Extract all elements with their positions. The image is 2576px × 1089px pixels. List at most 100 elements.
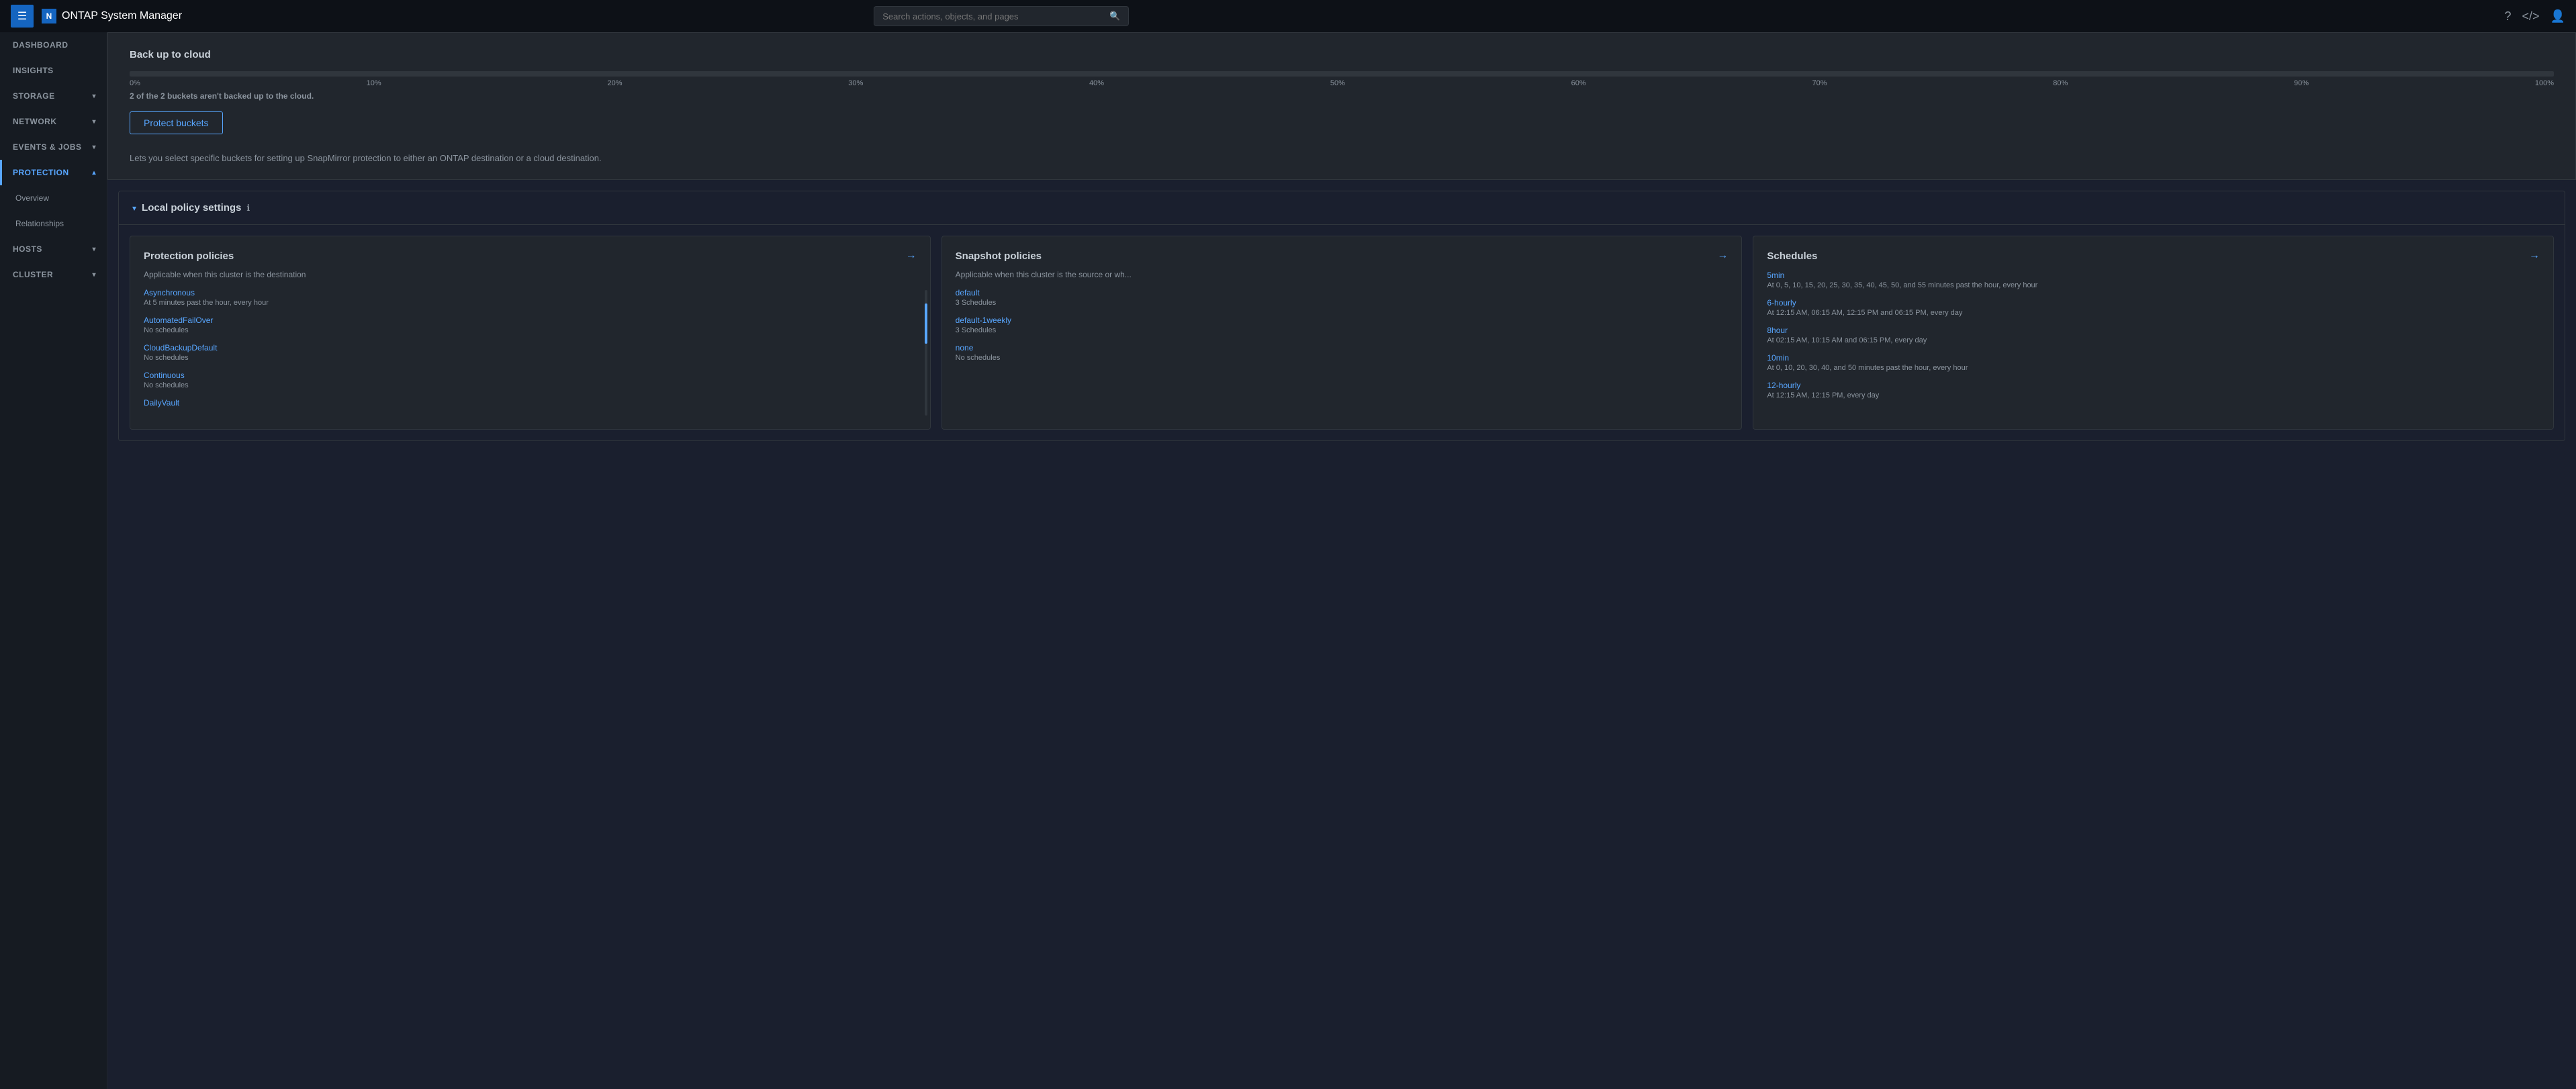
chevron-up-icon: ▴ xyxy=(92,169,96,177)
sidebar-label-protection: PROTECTION xyxy=(13,168,69,177)
policy-item-default: default 3 Schedules xyxy=(956,287,1729,307)
label-0pct: 0% xyxy=(130,79,140,87)
sidebar-label-relationships: Relationships xyxy=(15,219,64,228)
policy-link-dailyvault[interactable]: DailyVault xyxy=(144,398,179,408)
sidebar-item-cluster[interactable]: CLUSTER ▾ xyxy=(0,262,107,287)
schedule-detail-8hour: At 02:15 AM, 10:15 AM and 06:15 PM, ever… xyxy=(1767,336,2540,344)
label-90pct: 90% xyxy=(2294,79,2309,87)
schedule-link-12-hourly[interactable]: 12-hourly xyxy=(1767,381,1800,390)
label-50pct: 50% xyxy=(1330,79,1345,87)
protection-policies-header: Protection policies → xyxy=(144,250,917,262)
schedule-item-6-hourly: 6-hourly At 12:15 AM, 06:15 AM, 12:15 PM… xyxy=(1767,297,2540,317)
chevron-down-icon: ▾ xyxy=(92,118,96,126)
policy-link-continuous[interactable]: Continuous xyxy=(144,371,185,380)
policy-item-cloudbackupdefault: CloudBackupDefault No schedules xyxy=(144,342,917,362)
sidebar-label-events-jobs: EVENTS & JOBS xyxy=(13,142,82,152)
progress-labels: 0% 10% 20% 30% 40% 50% 60% 70% 80% 90% 1… xyxy=(130,79,2554,87)
policy-item-none: none No schedules xyxy=(956,342,1729,362)
policy-detail-continuous: No schedules xyxy=(144,381,917,389)
schedule-link-6-hourly[interactable]: 6-hourly xyxy=(1767,298,1796,307)
schedule-item-12-hourly: 12-hourly At 12:15 AM, 12:15 PM, every d… xyxy=(1767,380,2540,399)
policy-item-dailyvault: DailyVault xyxy=(144,397,917,408)
backup-to-cloud-section: Back up to cloud 0% 10% 20% 30% 40% 50% … xyxy=(107,32,2576,180)
policy-link-automatedfailover[interactable]: AutomatedFailOver xyxy=(144,316,213,325)
sidebar-item-storage[interactable]: STORAGE ▾ xyxy=(0,83,107,109)
policy-item-asynchronous: Asynchronous At 5 minutes past the hour,… xyxy=(144,287,917,307)
schedule-link-10min[interactable]: 10min xyxy=(1767,353,1789,363)
local-policy-header[interactable]: ▾ Local policy settings ℹ xyxy=(119,191,2565,225)
schedules-header: Schedules → xyxy=(1767,250,2540,262)
schedule-link-8hour[interactable]: 8hour xyxy=(1767,326,1788,335)
help-button[interactable]: ? xyxy=(2505,9,2512,23)
snapshot-policies-card: Snapshot policies → Applicable when this… xyxy=(941,236,1743,430)
content-area: Back up to cloud 0% 10% 20% 30% 40% 50% … xyxy=(107,32,2576,1089)
schedule-item-5min: 5min At 0, 5, 10, 15, 20, 25, 30, 35, 40… xyxy=(1767,270,2540,289)
scroll-bar[interactable] xyxy=(925,290,927,416)
sidebar-item-dashboard[interactable]: DASHBOARD xyxy=(0,32,107,58)
netapp-logo-icon: N xyxy=(42,9,56,23)
chevron-down-icon: ▾ xyxy=(92,246,96,253)
policy-item-automatedfailover: AutomatedFailOver No schedules xyxy=(144,315,917,334)
sidebar-item-events-jobs[interactable]: EVENTS & JOBS ▾ xyxy=(0,134,107,160)
policy-detail-asynchronous: At 5 minutes past the hour, every hour xyxy=(144,299,917,307)
schedule-item-8hour: 8hour At 02:15 AM, 10:15 AM and 06:15 PM… xyxy=(1767,325,2540,344)
policy-cards-container: Protection policies → Applicable when th… xyxy=(119,225,2565,440)
sidebar-item-relationships[interactable]: Relationships xyxy=(0,211,107,236)
sidebar: DASHBOARD INSIGHTS STORAGE ▾ NETWORK ▾ E… xyxy=(0,32,107,1089)
search-icon: 🔍 xyxy=(1109,11,1120,21)
policy-link-cloudbackupdefault[interactable]: CloudBackupDefault xyxy=(144,343,217,352)
protection-policies-title: Protection policies xyxy=(144,250,234,262)
sidebar-item-network[interactable]: NETWORK ▾ xyxy=(0,109,107,134)
local-policy-settings-section: ▾ Local policy settings ℹ Protection pol… xyxy=(118,191,2565,441)
sidebar-label-insights: INSIGHTS xyxy=(13,66,54,75)
schedule-link-5min[interactable]: 5min xyxy=(1767,271,1784,280)
policy-item-default-1weekly: default-1weekly 3 Schedules xyxy=(956,315,1729,334)
schedules-arrow[interactable]: → xyxy=(2529,250,2540,262)
schedule-detail-10min: At 0, 10, 20, 30, 40, and 50 minutes pas… xyxy=(1767,364,2540,372)
policy-detail-default-1weekly: 3 Schedules xyxy=(956,326,1729,334)
protect-buckets-button[interactable]: Protect buckets xyxy=(130,111,223,134)
topbar-actions: ? </> 👤 xyxy=(2505,9,2565,23)
sidebar-label-network: NETWORK xyxy=(13,117,57,126)
backup-progress-wrap: 0% 10% 20% 30% 40% 50% 60% 70% 80% 90% 1… xyxy=(130,71,2554,87)
snapshot-policies-subtitle: Applicable when this cluster is the sour… xyxy=(956,270,1729,279)
main-layout: DASHBOARD INSIGHTS STORAGE ▾ NETWORK ▾ E… xyxy=(0,32,2576,1089)
backup-status-text: 2 of the 2 buckets aren't backed up to t… xyxy=(130,91,2554,101)
policy-detail-none: No schedules xyxy=(956,354,1729,362)
schedule-item-10min: 10min At 0, 10, 20, 30, 40, and 50 minut… xyxy=(1767,352,2540,372)
sidebar-label-cluster: CLUSTER xyxy=(13,270,53,279)
menu-button[interactable]: ☰ xyxy=(11,5,34,28)
user-button[interactable]: 👤 xyxy=(2550,9,2565,23)
code-button[interactable]: </> xyxy=(2522,9,2540,23)
protection-policies-arrow[interactable]: → xyxy=(906,250,917,262)
snapshot-policies-arrow[interactable]: → xyxy=(1717,250,1728,262)
sidebar-item-insights[interactable]: INSIGHTS xyxy=(0,58,107,83)
protection-policies-subtitle: Applicable when this cluster is the dest… xyxy=(144,270,917,279)
collapse-icon: ▾ xyxy=(132,203,136,213)
policy-link-default-1weekly[interactable]: default-1weekly xyxy=(956,316,1011,325)
sidebar-item-overview[interactable]: Overview xyxy=(0,185,107,211)
sidebar-label-hosts: HOSTS xyxy=(13,244,42,254)
policy-link-default[interactable]: default xyxy=(956,288,980,297)
search-bar[interactable]: 🔍 xyxy=(874,6,1129,26)
label-80pct: 80% xyxy=(2053,79,2068,87)
local-policy-title: Local policy settings xyxy=(142,202,241,214)
label-60pct: 60% xyxy=(1571,79,1586,87)
policy-link-none[interactable]: none xyxy=(956,343,974,352)
sidebar-item-protection[interactable]: PROTECTION ▴ xyxy=(0,160,107,185)
sidebar-label-overview: Overview xyxy=(15,193,49,203)
backup-section-title: Back up to cloud xyxy=(130,49,2554,60)
hamburger-icon: ☰ xyxy=(17,9,27,23)
info-icon[interactable]: ℹ xyxy=(246,203,250,214)
snapshot-policies-title: Snapshot policies xyxy=(956,250,1042,262)
app-logo: N ONTAP System Manager xyxy=(42,9,182,23)
label-30pct: 30% xyxy=(848,79,863,87)
policy-detail-automatedfailover: No schedules xyxy=(144,326,917,334)
sidebar-item-hosts[interactable]: HOSTS ▾ xyxy=(0,236,107,262)
protection-policies-card: Protection policies → Applicable when th… xyxy=(130,236,931,430)
user-icon: 👤 xyxy=(2550,9,2565,23)
label-70pct: 70% xyxy=(1812,79,1827,87)
search-input[interactable] xyxy=(882,11,1104,21)
progress-bar-background xyxy=(130,71,2554,77)
policy-link-asynchronous[interactable]: Asynchronous xyxy=(144,288,195,297)
